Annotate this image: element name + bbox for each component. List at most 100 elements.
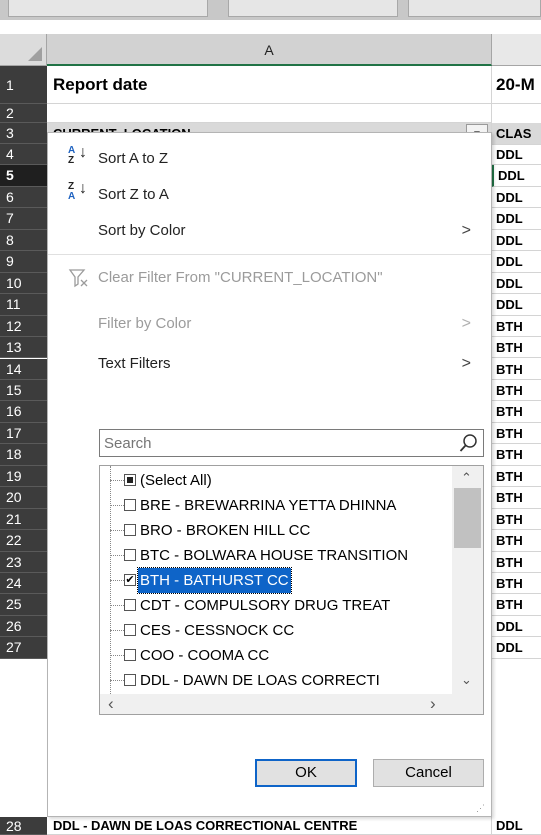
resize-grip-icon[interactable]: ⋰ xyxy=(476,803,485,814)
row-header[interactable]: 11 xyxy=(0,294,47,316)
cell-b-value[interactable]: DDL xyxy=(492,165,541,187)
cell-b-value[interactable]: BTH xyxy=(492,401,541,423)
row-header[interactable]: 25 xyxy=(0,594,47,616)
checkbox[interactable] xyxy=(124,549,136,561)
scroll-up-icon[interactable]: ⌃ xyxy=(461,470,472,486)
row-header[interactable]: 13 xyxy=(0,337,47,359)
column-header-b[interactable] xyxy=(492,34,541,66)
cell-b3[interactable]: CLAS xyxy=(492,123,541,145)
ribbon-button[interactable] xyxy=(408,0,541,17)
ribbon-button[interactable] xyxy=(8,0,208,17)
row-header[interactable]: 4 xyxy=(0,144,47,166)
row-header[interactable]: 24 xyxy=(0,573,47,595)
cancel-button[interactable]: Cancel xyxy=(373,759,484,787)
row-header[interactable]: 6 xyxy=(0,186,47,209)
row-header[interactable]: 7 xyxy=(0,208,47,230)
filter-list-item[interactable]: BRE - BREWARRINA YETTA DHINNA xyxy=(100,493,452,518)
cell-b-value[interactable]: BTH xyxy=(492,316,541,338)
scroll-down-icon[interactable]: ⌄ xyxy=(461,672,472,688)
filter-list-item[interactable]: BTC - BOLWARA HOUSE TRANSITION xyxy=(100,543,452,568)
row-header[interactable]: 9 xyxy=(0,251,47,273)
column-header-a[interactable]: A xyxy=(47,34,492,66)
cell-b-value[interactable]: BTH xyxy=(492,530,541,552)
filter-search-box[interactable] xyxy=(99,429,484,457)
horizontal-scrollbar[interactable]: ‹ › xyxy=(100,694,483,714)
cell-b-value[interactable]: DDL xyxy=(492,187,541,209)
cell-b-value[interactable]: DDL xyxy=(492,817,541,835)
cell-b-value[interactable]: BTH xyxy=(492,359,541,380)
ribbon-button[interactable] xyxy=(228,0,398,17)
sort-by-color-item[interactable]: Sort by Color > xyxy=(48,213,491,249)
checkbox[interactable] xyxy=(124,499,136,511)
filter-by-color-item[interactable]: Filter by Color > xyxy=(48,306,491,342)
filter-list-item[interactable]: CES - CESSNOCK CC xyxy=(100,618,452,643)
cell-b-value[interactable]: DDL xyxy=(492,616,541,638)
clear-filter-item[interactable]: Clear Filter From "CURRENT_LOCATION" xyxy=(48,260,491,296)
cell-b-value[interactable]: BTH xyxy=(492,487,541,509)
ok-button[interactable]: OK xyxy=(255,759,357,787)
row-header[interactable]: 10 xyxy=(0,272,47,295)
filter-list-item[interactable]: CDT - COMPULSORY DRUG TREAT xyxy=(100,593,452,618)
cell-b-value[interactable]: DDL xyxy=(492,144,541,166)
cell-b-value[interactable]: BTH xyxy=(492,552,541,573)
row-header[interactable]: 27 xyxy=(0,637,47,659)
checkbox[interactable] xyxy=(124,674,136,686)
cell-b-value[interactable]: DDL xyxy=(492,637,541,659)
row-header[interactable]: 28 xyxy=(0,817,47,835)
row-header[interactable]: 20 xyxy=(0,487,47,509)
cell-b-value[interactable]: DDL xyxy=(492,208,541,230)
sort-a-to-z-item[interactable]: A Z ↓ Sort A to Z xyxy=(48,141,491,177)
row-header[interactable]: 17 xyxy=(0,422,47,445)
scroll-right-icon[interactable]: › xyxy=(430,694,436,714)
row-header[interactable]: 3 xyxy=(0,123,47,144)
checkbox[interactable] xyxy=(124,474,136,486)
cell-b-value[interactable]: BTH xyxy=(492,466,541,488)
text-filters-item[interactable]: Text Filters > xyxy=(48,346,491,382)
cell-a2[interactable] xyxy=(47,104,492,123)
scroll-thumb[interactable] xyxy=(454,488,481,548)
checkbox[interactable] xyxy=(124,649,136,661)
row-header[interactable]: 15 xyxy=(0,379,47,402)
checkbox[interactable]: ✔ xyxy=(124,574,136,586)
filter-list-item[interactable]: COO - COOMA CC xyxy=(100,643,452,668)
row-header[interactable]: 23 xyxy=(0,551,47,573)
cell-b-value[interactable]: DDL xyxy=(492,294,541,316)
cell-b-value[interactable]: BTH xyxy=(492,573,541,595)
row-header[interactable]: 22 xyxy=(0,530,47,552)
cell-b-value[interactable]: BTH xyxy=(492,423,541,445)
cell-b-value[interactable]: DDL xyxy=(492,273,541,295)
select-all-corner[interactable] xyxy=(0,34,47,66)
row-header[interactable]: 18 xyxy=(0,444,47,466)
checkbox[interactable] xyxy=(124,524,136,536)
vertical-scrollbar[interactable]: ⌃ ⌄ xyxy=(452,466,483,694)
row-header[interactable]: 1 xyxy=(0,66,47,104)
cell-b1[interactable]: 20-M xyxy=(492,66,541,104)
cell-b-value[interactable]: DDL xyxy=(492,251,541,273)
cell-a28[interactable]: DDL - DAWN DE LOAS CORRECTIONAL CENTRE xyxy=(47,817,492,835)
scroll-left-icon[interactable]: ‹ xyxy=(108,694,114,714)
row-header[interactable]: 16 xyxy=(0,401,47,423)
sort-z-to-a-item[interactable]: Z A ↓ Sort Z to A xyxy=(48,177,491,213)
row-header[interactable]: 19 xyxy=(0,465,47,488)
cell-a1[interactable]: Report date xyxy=(47,66,492,104)
filter-list-item[interactable]: (Select All) xyxy=(100,468,452,493)
cell-b-value[interactable]: BTH xyxy=(492,444,541,466)
cell-b-value[interactable]: BTH xyxy=(492,380,541,402)
checkbox[interactable] xyxy=(124,599,136,611)
filter-list-item[interactable]: BRO - BROKEN HILL CC xyxy=(100,518,452,543)
row-header[interactable]: 21 xyxy=(0,508,47,531)
row-header[interactable]: 8 xyxy=(0,229,47,252)
row-header[interactable]: 5 xyxy=(0,165,47,187)
filter-list-item[interactable]: DDL - DAWN DE LOAS CORRECTI xyxy=(100,668,452,693)
cell-b-value[interactable]: BTH xyxy=(492,337,541,359)
row-header[interactable]: 12 xyxy=(0,315,47,338)
cell-b-value[interactable]: DDL xyxy=(492,230,541,252)
cell-b-value[interactable]: BTH xyxy=(492,509,541,531)
cell-b-value[interactable]: BTH xyxy=(492,594,541,616)
row-header[interactable]: 2 xyxy=(0,104,47,123)
filter-search-input[interactable] xyxy=(100,430,446,456)
row-header[interactable]: 26 xyxy=(0,615,47,638)
filter-list-item[interactable]: ✔ BTH - BATHURST CC xyxy=(100,567,452,594)
checkbox[interactable] xyxy=(124,624,136,636)
row-header[interactable]: 14 xyxy=(0,358,47,380)
